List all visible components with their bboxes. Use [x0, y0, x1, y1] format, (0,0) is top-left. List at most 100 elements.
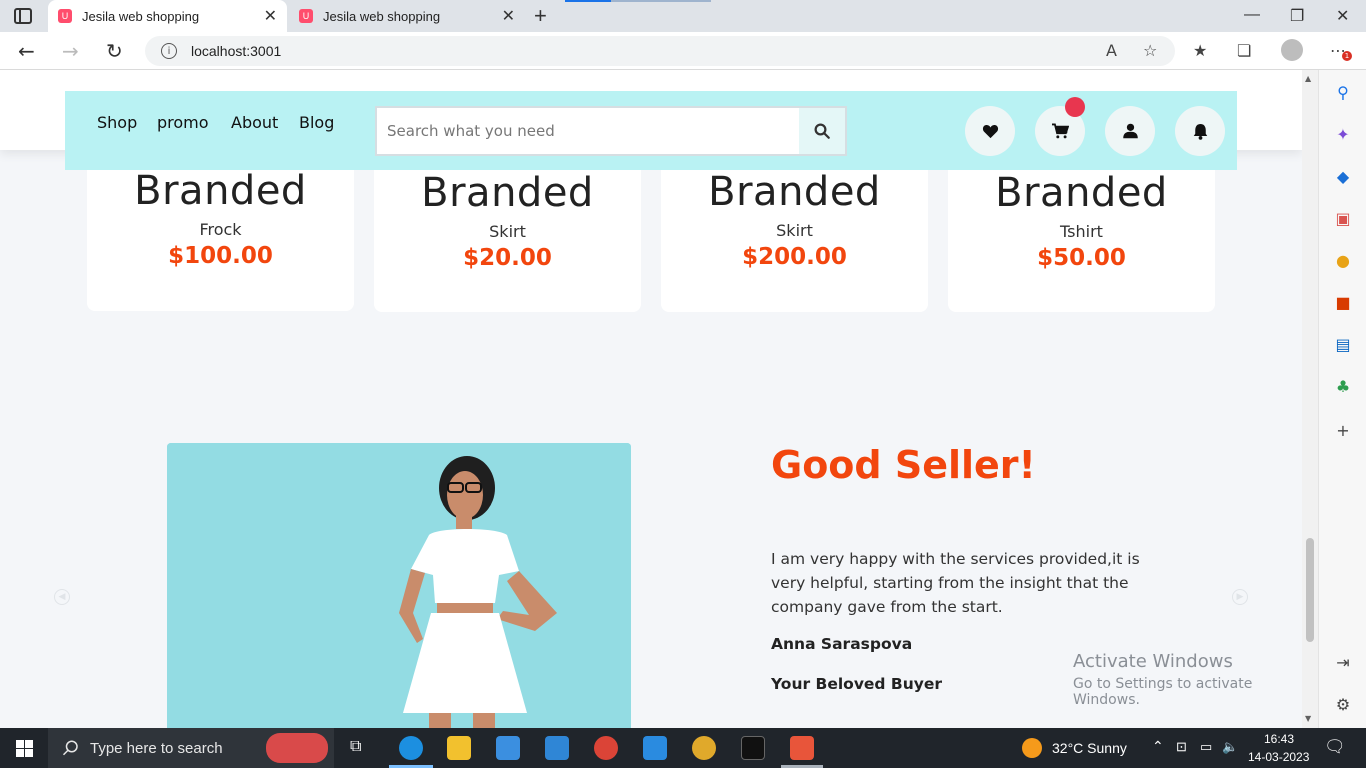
- restore-icon[interactable]: ❐: [1290, 6, 1304, 26]
- user-icon: [1122, 123, 1138, 139]
- product-brand: Branded: [995, 170, 1168, 216]
- slider-prev-button[interactable]: ◀: [54, 589, 70, 605]
- notification-badge: 1: [1342, 51, 1352, 61]
- product-name: Skirt: [489, 222, 526, 241]
- back-icon[interactable]: ←: [18, 39, 35, 63]
- settings-icon[interactable]: ⚙: [1333, 695, 1353, 715]
- new-tab-button[interactable]: +: [534, 3, 547, 29]
- heart-icon: [982, 124, 998, 139]
- task-view-icon[interactable]: ⧉: [350, 738, 361, 756]
- product-name: Tshirt: [1060, 222, 1103, 241]
- testimonial-text: I am very happy with the services provid…: [771, 550, 1140, 616]
- model-illustration: [167, 443, 631, 728]
- product-price: $20.00: [463, 245, 552, 271]
- search-box: [375, 106, 847, 156]
- app-icon[interactable]: [790, 736, 814, 760]
- testimonial-photo: [167, 443, 631, 728]
- product-price: $100.00: [168, 243, 273, 269]
- product-name: Frock: [199, 220, 242, 239]
- search-button[interactable]: [799, 108, 845, 154]
- watermark-subtitle: Go to Settings to activate Windows.: [1073, 676, 1253, 708]
- product-card[interactable]: Branded Tshirt $50.00: [948, 150, 1215, 312]
- sidebar-toggle-icon[interactable]: ⇥: [1333, 653, 1353, 673]
- nav-link-promo[interactable]: promo: [157, 113, 209, 132]
- notifications-button[interactable]: [1175, 106, 1225, 156]
- add-favorite-icon[interactable]: ☆: [1143, 41, 1157, 60]
- meet-icon[interactable]: ⊡: [1176, 739, 1187, 755]
- tab-actions-icon[interactable]: [14, 8, 32, 24]
- slider-next-button[interactable]: ▶: [1232, 589, 1248, 605]
- nav-link-shop[interactable]: Shop: [97, 113, 137, 132]
- product-price: $200.00: [742, 244, 847, 270]
- site-favicon-icon: U: [299, 9, 313, 23]
- vscode-icon[interactable]: [643, 736, 667, 760]
- close-tab-icon[interactable]: ✕: [264, 6, 277, 26]
- outlook-icon[interactable]: ▤: [1333, 335, 1353, 355]
- games-icon[interactable]: ●: [1333, 251, 1353, 271]
- scroll-up-icon[interactable]: ▲: [1305, 74, 1311, 83]
- sun-icon: [1022, 738, 1042, 758]
- drop-icon[interactable]: ♣: [1333, 377, 1353, 397]
- network-icon[interactable]: ▭: [1200, 739, 1212, 755]
- search-sidebar-icon[interactable]: ⚲: [1333, 83, 1353, 103]
- product-price: $50.00: [1037, 245, 1126, 271]
- tab-title: Jesila web shopping: [82, 8, 200, 24]
- tray-chevron-icon[interactable]: ⌃: [1152, 738, 1164, 755]
- url-field[interactable]: i localhost:3001: [145, 36, 1175, 66]
- file-explorer-icon[interactable]: [447, 736, 471, 760]
- office-icon[interactable]: ■: [1333, 293, 1353, 313]
- chrome-profile-icon[interactable]: [692, 736, 716, 760]
- add-sidebar-icon[interactable]: +: [1333, 421, 1353, 441]
- product-brand: Branded: [708, 169, 881, 215]
- product-brand: Branded: [134, 168, 307, 214]
- product-card[interactable]: Branded Skirt $200.00: [661, 150, 928, 312]
- bell-icon: [1193, 123, 1207, 140]
- clock-date[interactable]: 14-03-2023: [1248, 750, 1309, 764]
- product-name: Skirt: [776, 221, 813, 240]
- site-navbar: Shop promo About Blog: [65, 91, 1237, 170]
- profile-avatar[interactable]: [1281, 39, 1303, 61]
- mail-icon[interactable]: [545, 736, 569, 760]
- collections-icon[interactable]: ❏: [1237, 41, 1251, 60]
- taskbar-search-text: Type here to search: [90, 739, 223, 757]
- store-icon[interactable]: [496, 736, 520, 760]
- nav-link-blog[interactable]: Blog: [299, 113, 334, 132]
- scroll-down-icon[interactable]: ▼: [1305, 714, 1311, 723]
- product-card[interactable]: Branded Skirt $20.00: [374, 150, 641, 312]
- read-aloud-icon[interactable]: A: [1106, 41, 1117, 60]
- volume-icon[interactable]: 🔈: [1222, 739, 1238, 755]
- taskbar-search[interactable]: Type here to search: [48, 728, 334, 768]
- address-bar: ← → ↻ i localhost:3001 A ☆ ★ ❏ ⋯ 1: [0, 32, 1366, 70]
- url-text[interactable]: localhost:3001: [191, 43, 281, 59]
- forward-icon[interactable]: →: [62, 39, 79, 63]
- close-window-icon[interactable]: ✕: [1336, 6, 1349, 26]
- cart-icon: [1052, 123, 1069, 139]
- shopping-icon[interactable]: ◆: [1333, 167, 1353, 187]
- notification-center-icon[interactable]: 🗨: [1324, 737, 1346, 757]
- copilot-icon[interactable]: ✦: [1333, 125, 1353, 145]
- edge-taskbar-icon[interactable]: [399, 736, 423, 760]
- start-icon[interactable]: [16, 740, 33, 757]
- browser-tab[interactable]: U Jesila web shopping ✕: [289, 0, 525, 32]
- scroll-thumb[interactable]: [1306, 538, 1314, 642]
- chrome-icon[interactable]: [594, 736, 618, 760]
- product-card[interactable]: Branded Frock $100.00: [87, 149, 354, 311]
- page-scrollbar[interactable]: ▲ ▼: [1302, 70, 1318, 728]
- browser-tab-active[interactable]: U Jesila web shopping ✕: [48, 0, 287, 32]
- terminal-icon[interactable]: [741, 736, 765, 760]
- browser-tab-bar: U Jesila web shopping ✕ U Jesila web sho…: [0, 0, 1366, 32]
- tools-icon[interactable]: ▣: [1333, 209, 1353, 229]
- cart-count-badge: [1065, 97, 1085, 117]
- info-icon[interactable]: i: [161, 43, 177, 59]
- clock-time[interactable]: 16:43: [1264, 732, 1294, 746]
- minimize-icon[interactable]: —: [1244, 6, 1260, 24]
- favorites-icon[interactable]: ★: [1193, 41, 1207, 60]
- close-tab-icon[interactable]: ✕: [502, 6, 515, 26]
- weather-text[interactable]: 32°C Sunny: [1052, 740, 1127, 756]
- search-input[interactable]: [377, 108, 799, 154]
- nav-link-about[interactable]: About: [231, 113, 278, 132]
- wishlist-button[interactable]: [965, 106, 1015, 156]
- account-button[interactable]: [1105, 106, 1155, 156]
- loading-indicator: [565, 0, 611, 2]
- refresh-icon[interactable]: ↻: [106, 39, 123, 63]
